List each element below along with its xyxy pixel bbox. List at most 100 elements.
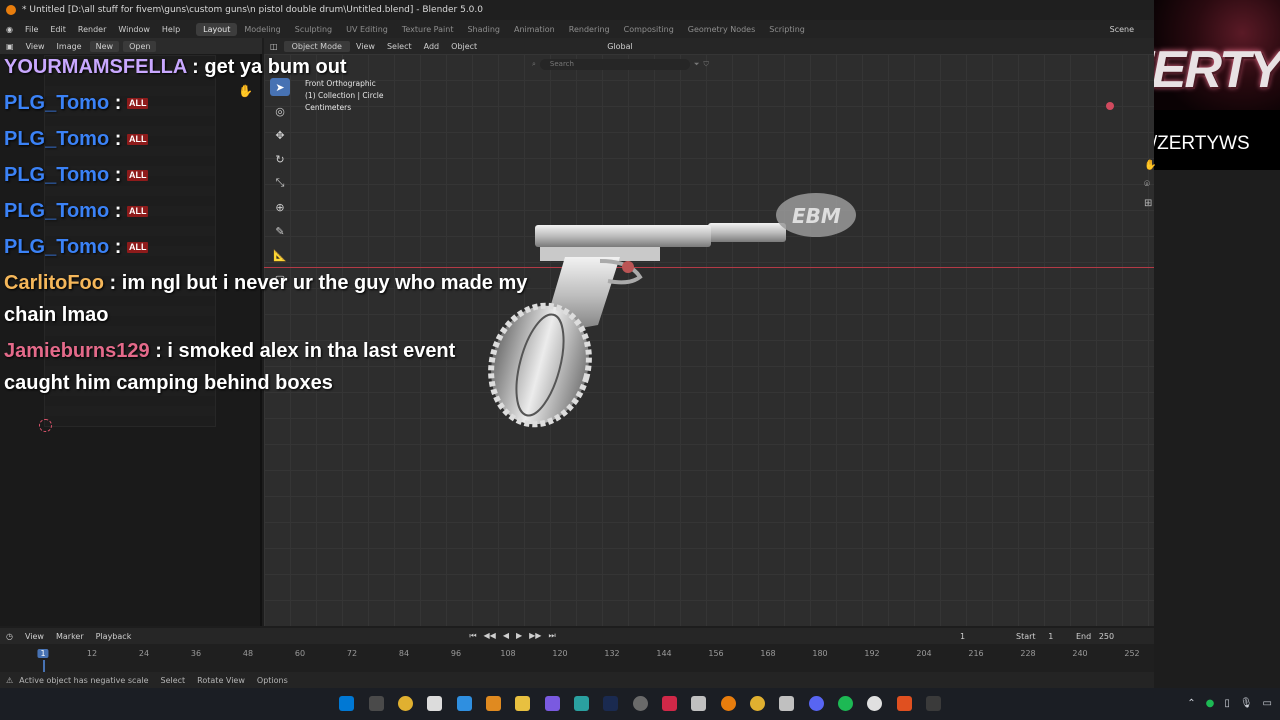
viewport-select-menu[interactable]: Select xyxy=(381,42,418,51)
hand-icon[interactable]: ✋ xyxy=(1144,160,1156,171)
play-reverse-icon[interactable]: ◀ xyxy=(503,631,509,641)
jump-start-icon[interactable]: ⏮ xyxy=(469,631,476,641)
viewport-view-menu[interactable]: View xyxy=(350,42,381,51)
start-value: 1 xyxy=(1048,631,1054,641)
windows-start-icon[interactable] xyxy=(339,696,354,711)
app-icon[interactable] xyxy=(779,696,794,711)
timeline-marker-menu[interactable]: Marker xyxy=(50,632,90,641)
rotate-tool-icon[interactable]: ↻ xyxy=(270,150,290,168)
editor-type-icon[interactable]: ▣ xyxy=(0,42,20,51)
menu-help[interactable]: Help xyxy=(156,25,186,34)
spotify-icon[interactable] xyxy=(838,696,853,711)
app-icon[interactable] xyxy=(926,696,941,711)
next-key-icon[interactable]: ▶▶ xyxy=(529,631,541,641)
scale-tool-icon[interactable]: ⤡ xyxy=(270,174,290,192)
tab-animation[interactable]: Animation xyxy=(507,23,562,36)
photoshop-icon[interactable] xyxy=(603,696,618,711)
view-name: Front Orthographic xyxy=(305,79,376,88)
tab-rendering[interactable]: Rendering xyxy=(562,23,617,36)
image-view-menu[interactable]: View xyxy=(20,42,51,51)
timeline-playback-menu[interactable]: Playback xyxy=(90,632,138,641)
blender-logo-icon xyxy=(6,5,16,15)
shield-icon[interactable]: ⛉ xyxy=(704,60,709,69)
tab-uv-editing[interactable]: UV Editing xyxy=(339,23,395,36)
filter-icon[interactable]: ⏷ xyxy=(694,60,700,69)
menu-render[interactable]: Render xyxy=(72,25,112,34)
tab-scripting[interactable]: Scripting xyxy=(762,23,812,36)
tab-compositing[interactable]: Compositing xyxy=(617,23,681,36)
microphone-icon[interactable]: 🎙 xyxy=(1240,698,1253,709)
play-icon[interactable]: ▶ xyxy=(516,631,522,641)
end-frame-field[interactable]: End 250 xyxy=(1076,632,1114,641)
annotate-tool-icon[interactable]: ✎ xyxy=(270,222,290,240)
brand-logo: ZERTY xyxy=(1154,41,1280,99)
current-frame-field[interactable]: 1 xyxy=(960,632,965,641)
open-image-button[interactable]: Open xyxy=(123,40,157,52)
move-tool-icon[interactable]: ✥ xyxy=(270,126,290,144)
app-icon[interactable] xyxy=(369,696,384,711)
transform-orientation-dropdown[interactable]: Global xyxy=(601,42,639,51)
image-menu[interactable]: Image xyxy=(51,42,88,51)
app-icon[interactable] xyxy=(662,696,677,711)
vscode-icon[interactable] xyxy=(457,696,472,711)
chat-username: PLG_Tomo xyxy=(4,236,110,258)
search-input[interactable]: Search xyxy=(539,58,690,70)
measure-tool-icon[interactable]: 📐 xyxy=(270,246,290,264)
cursor-tool-icon[interactable]: ◎ xyxy=(270,102,290,120)
app-icon[interactable] xyxy=(897,696,912,711)
store-icon[interactable] xyxy=(427,696,442,711)
chat-emote-badge: ALL xyxy=(126,134,149,146)
timeline-tick: 84 xyxy=(398,649,410,658)
pistol-model[interactable]: EBM xyxy=(480,185,870,439)
grid-icon[interactable]: ⊞ xyxy=(1144,198,1156,209)
app-icon[interactable] xyxy=(486,696,501,711)
settings-gear-icon[interactable] xyxy=(633,696,648,711)
menu-edit[interactable]: Edit xyxy=(44,25,72,34)
tab-shading[interactable]: Shading xyxy=(460,23,507,36)
menu-file[interactable]: File xyxy=(19,25,44,34)
blender-menu-icon[interactable]: ◉ xyxy=(0,25,19,34)
stream-brand-overlay: ZERTY .GG/ZERTYWS xyxy=(1154,0,1280,170)
tab-texture-paint[interactable]: Texture Paint xyxy=(395,23,461,36)
mouse-rotate-hint: Rotate View xyxy=(197,675,245,685)
chrome-icon[interactable] xyxy=(398,696,413,711)
timeline-editor-icon[interactable]: ◷ xyxy=(0,632,19,641)
scene-selector[interactable]: Scene xyxy=(1110,25,1154,34)
chat-emote-badge: ALL xyxy=(126,242,149,254)
tab-modeling[interactable]: Modeling xyxy=(237,23,287,36)
file-explorer-icon[interactable] xyxy=(515,696,530,711)
app-icon[interactable] xyxy=(691,696,706,711)
timeline-view-menu[interactable]: View xyxy=(19,632,50,641)
object-mode-dropdown[interactable]: Object Mode xyxy=(283,40,350,52)
battery-icon[interactable]: ▯ xyxy=(1224,698,1230,709)
timeline-ruler[interactable]: 1 12 24 36 48 60 72 84 96 108 120 132 14… xyxy=(0,644,1154,672)
tab-layout[interactable]: Layout xyxy=(196,22,238,36)
select-tool-icon[interactable]: ➤ xyxy=(270,78,290,96)
chat-message: PLG_Tomo : ALL xyxy=(4,200,149,222)
app-icon[interactable] xyxy=(545,696,560,711)
chevron-up-icon[interactable]: ⌃ xyxy=(1187,698,1195,709)
tab-geometry-nodes[interactable]: Geometry Nodes xyxy=(681,23,762,36)
viewport-add-menu[interactable]: Add xyxy=(418,42,446,51)
discord-icon[interactable] xyxy=(809,696,824,711)
blender-taskbar-icon[interactable] xyxy=(721,696,736,711)
chrome-icon[interactable] xyxy=(750,696,765,711)
status-bar: ⚠ Active object has negative scale Selec… xyxy=(0,672,1154,688)
prev-key-icon[interactable]: ◀◀ xyxy=(484,631,496,641)
app-icon[interactable] xyxy=(574,696,589,711)
spotify-tray-icon[interactable]: ● xyxy=(1206,698,1215,709)
transform-tool-icon[interactable]: ⊕ xyxy=(270,198,290,216)
tab-sculpting[interactable]: Sculpting xyxy=(288,23,339,36)
viewport-editor-type-icon[interactable]: ◫ xyxy=(264,42,284,51)
timeline-header: ◷ View Marker Playback ⏮ ◀◀ ◀ ▶ ▶▶ ⏭ 1 S… xyxy=(0,628,1154,644)
viewport-object-menu[interactable]: Object xyxy=(445,42,483,51)
camera-icon[interactable]: ⌾ xyxy=(1144,179,1156,190)
network-icon[interactable]: ▭ xyxy=(1263,698,1272,709)
start-frame-field[interactable]: Start 1 xyxy=(1016,632,1053,641)
menu-window[interactable]: Window xyxy=(112,25,156,34)
playhead[interactable] xyxy=(43,660,45,672)
app-icon[interactable] xyxy=(867,696,882,711)
hand-pan-icon[interactable]: ✋ xyxy=(238,84,253,98)
jump-end-icon[interactable]: ⏭ xyxy=(548,631,555,641)
new-image-button[interactable]: New xyxy=(89,40,120,52)
